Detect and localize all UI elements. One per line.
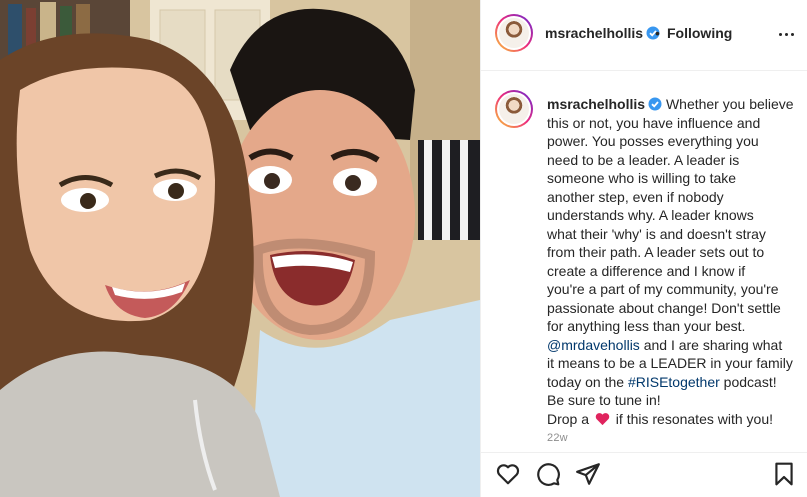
more-options-icon[interactable] bbox=[779, 33, 797, 39]
caption-line: for anything less than your best. bbox=[547, 318, 746, 334]
caption-line: it means to be a LEADER in your family bbox=[547, 355, 793, 371]
following-button[interactable]: Following bbox=[667, 25, 732, 41]
post-timestamp[interactable]: 22w bbox=[547, 432, 568, 444]
follow-separator: • bbox=[655, 25, 660, 41]
red-heart-emoji-icon bbox=[595, 412, 610, 425]
header-username[interactable]: msrachelhollis bbox=[545, 25, 660, 41]
post-actions-bar bbox=[481, 452, 807, 497]
post-photo[interactable] bbox=[0, 0, 480, 497]
caption-line: power. You posses everything you bbox=[547, 133, 759, 149]
caption-line: today on the bbox=[547, 373, 628, 390]
caption-line: Be sure to tune in! bbox=[547, 392, 661, 408]
hashtag-link[interactable]: #RISEtogether bbox=[628, 374, 720, 390]
post-header: msrachelhollis • Following bbox=[481, 0, 807, 71]
paper-plane-icon[interactable] bbox=[575, 461, 601, 487]
caption-line: what their 'why' is and doesn't stray bbox=[547, 225, 766, 242]
caption-line: another step, even if nobody bbox=[547, 188, 724, 205]
bookmark-icon[interactable] bbox=[771, 461, 797, 487]
post-caption: msrachelhollis Whether you believe this … bbox=[547, 95, 797, 428]
caption-line: understands why. A leader knows bbox=[547, 207, 754, 223]
post-details-panel: msrachelhollis • Following msrachelholli… bbox=[481, 0, 807, 497]
caption-line: this or not, you have influence and bbox=[547, 114, 761, 131]
caption-line: passionate about change! Don't settle bbox=[547, 299, 781, 316]
caption-line: need to be a leader. A leader is bbox=[547, 151, 740, 168]
caption-line: from their path. A leader sets out to bbox=[547, 244, 765, 260]
caption-line: you're a part of my community, you're bbox=[547, 281, 779, 297]
caption-line: create a difference and I know if bbox=[547, 262, 746, 279]
caption-line: podcast! bbox=[719, 373, 777, 390]
comment-bubble-icon[interactable] bbox=[535, 461, 561, 487]
verified-badge-icon bbox=[648, 97, 662, 111]
mention-link[interactable]: @mrdavehollis bbox=[547, 337, 640, 353]
caption-line: Whether you believe bbox=[665, 96, 794, 112]
caption-avatar[interactable] bbox=[495, 90, 533, 128]
caption-line: and I are sharing what bbox=[639, 336, 783, 353]
caption-username[interactable]: msrachelhollis bbox=[547, 96, 645, 112]
caption-line: if this resonates with you! bbox=[611, 410, 773, 427]
caption-line: someone who is willing to take bbox=[547, 170, 737, 186]
avatar[interactable] bbox=[495, 14, 533, 52]
couple-selfie-image bbox=[0, 0, 480, 497]
username-link[interactable]: msrachelhollis bbox=[545, 25, 643, 41]
caption-line: Drop a bbox=[547, 410, 593, 427]
heart-outline-icon[interactable] bbox=[495, 461, 521, 487]
